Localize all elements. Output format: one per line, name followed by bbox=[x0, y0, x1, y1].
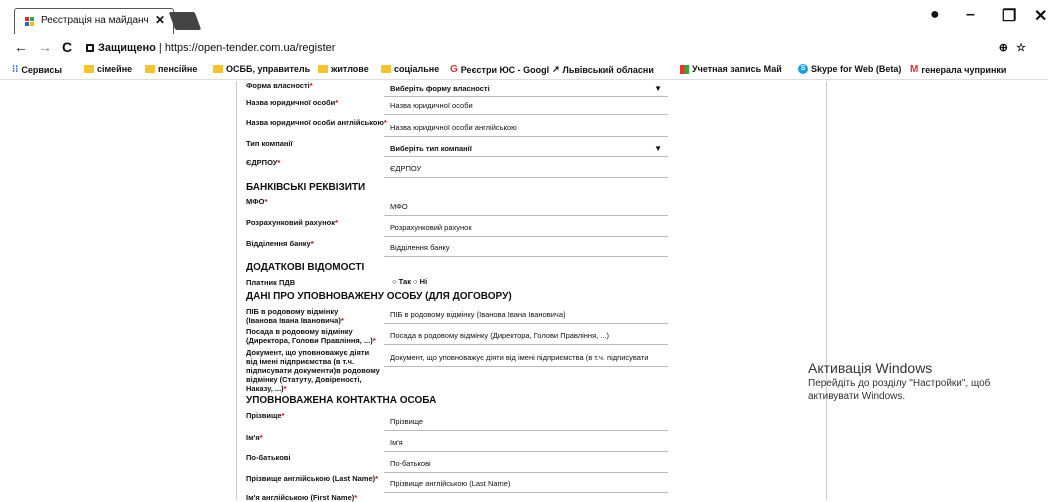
mfo-label: МФО* bbox=[246, 197, 268, 206]
windows-activation-watermark: Активація Windows Перейдіть до розділу "… bbox=[808, 359, 990, 403]
divider bbox=[236, 81, 237, 500]
tab-bar: Реєстрація на майданч ✕ ● – ❐ ✕ bbox=[0, 0, 1048, 38]
folder-icon bbox=[145, 65, 155, 73]
account-label: Розрахунковий рахунок* bbox=[246, 218, 338, 227]
activation-title: Активація Windows bbox=[808, 360, 933, 376]
bookmark-apps[interactable]: ⁝⁝ Сервисы bbox=[12, 64, 62, 75]
contact-section-title: УПОВНОВАЖЕНА КОНТАКТНА ОСОБА bbox=[246, 395, 437, 406]
bank-section-title: БАНКІВСЬКІ РЕКВІЗИТИ bbox=[246, 182, 366, 193]
surname-label: Прізвище* bbox=[246, 411, 285, 420]
divider bbox=[826, 81, 827, 500]
star-icon[interactable]: ☆ bbox=[1016, 38, 1026, 58]
apps-icon: ⁝⁝ bbox=[12, 64, 19, 75]
reload-icon[interactable]: C bbox=[62, 39, 72, 55]
agent-doc-label: Документ, що уповноважує діяти від імені… bbox=[246, 348, 380, 393]
name-label: Ім'я* bbox=[246, 433, 263, 442]
vat-yes-radio[interactable]: ○ bbox=[392, 277, 397, 286]
bookmark-link[interactable]: G Реєстри ЮС - Googl bbox=[450, 64, 549, 75]
name-en-label: Ім'я англійською (First Name)* bbox=[246, 493, 358, 502]
bookmark-link[interactable]: Учетная запись Май bbox=[680, 64, 782, 74]
company-type-label: Тип компанії bbox=[246, 139, 293, 148]
link-icon: ↗ bbox=[552, 64, 560, 74]
patronymic-label: По-батькові bbox=[246, 453, 291, 462]
agent-section-title: ДАНІ ПРО УПОВНОВАЖЕНУ ОСОБУ (ДЛЯ ДОГОВОР… bbox=[246, 291, 512, 302]
vat-no-label: Ні bbox=[419, 277, 428, 286]
edrpou-input[interactable]: ЄДРПОУ bbox=[384, 162, 668, 178]
legal-name-label: Назва юридичної особи* bbox=[246, 98, 339, 107]
legal-name-en-input[interactable]: Назва юридичної особи англійською bbox=[384, 121, 668, 137]
url-text: https://open-tender.com.ua/register bbox=[164, 42, 336, 54]
bookmark-link[interactable]: ↗ Львівський обласни bbox=[552, 64, 654, 75]
new-tab-button[interactable] bbox=[168, 12, 202, 30]
folder-icon bbox=[84, 65, 94, 73]
surname-input[interactable]: Прізвище bbox=[384, 415, 668, 431]
minimize-button[interactable]: – bbox=[966, 6, 975, 24]
tab-title: Реєстрація на майданч bbox=[41, 15, 149, 26]
account-input[interactable]: Розрахунковий рахунок bbox=[384, 221, 668, 237]
surname-en-label: Прізвище англійською (Last Name)* bbox=[246, 474, 379, 483]
legal-name-input[interactable]: Назва юридичної особи bbox=[384, 99, 668, 115]
site-favicon-icon bbox=[25, 17, 35, 27]
ownership-select[interactable]: Виберіть форму власності ▼ bbox=[384, 83, 668, 97]
restore-button[interactable]: ❐ bbox=[1002, 6, 1016, 26]
bookmark-link[interactable]: Mгенерала чупринки bbox=[910, 64, 1006, 75]
bookmark-folder[interactable]: ОСББ, управитель bbox=[213, 64, 310, 74]
edrpou-label: ЄДРПОУ* bbox=[246, 158, 281, 167]
dropdown-arrow-icon: ▼ bbox=[654, 84, 662, 93]
surname-en-input[interactable]: Прізвище англійською (Last Name) bbox=[384, 477, 668, 493]
skype-icon: S bbox=[798, 64, 808, 74]
zoom-icon[interactable]: ⊕ bbox=[999, 38, 1008, 58]
url-field[interactable]: Защищено | https://open-tender.com.ua/re… bbox=[86, 38, 1038, 58]
folder-icon bbox=[213, 65, 223, 73]
activation-line1: Перейдіть до розділу "Настройки", щоб bbox=[808, 378, 991, 389]
vat-label: Платник ПДВ bbox=[246, 278, 296, 287]
vat-radio-group: ○ Так ○ Ні bbox=[392, 277, 427, 286]
mfo-input[interactable]: МФО bbox=[384, 200, 668, 216]
back-icon[interactable]: ← bbox=[14, 39, 28, 55]
agent-position-label: Посада в родовому відмінку (Директора, Г… bbox=[246, 327, 376, 345]
activation-line2: активувати Windows. bbox=[808, 391, 906, 402]
browser-tab[interactable]: Реєстрація на майданч ✕ bbox=[14, 8, 174, 34]
bank-branch-label: Відділення банку* bbox=[246, 239, 314, 248]
vat-yes-label: Так bbox=[398, 277, 411, 286]
folder-icon bbox=[381, 65, 391, 73]
close-window-button[interactable]: ✕ bbox=[1034, 6, 1047, 26]
address-bar-row: ← → C Защищено | https://open-tender.com… bbox=[0, 38, 1048, 60]
ownership-label: Форма власності* bbox=[246, 81, 313, 90]
agent-doc-input[interactable]: Документ, що уповноважує діяти від імені… bbox=[384, 351, 668, 367]
tab-close-icon[interactable]: ✕ bbox=[155, 13, 165, 27]
ms-icon bbox=[680, 64, 689, 74]
profile-icon[interactable]: ● bbox=[930, 6, 940, 24]
legal-name-en-label: Назва юридичної особи англійською* bbox=[246, 118, 387, 127]
vat-no-radio[interactable]: ○ bbox=[413, 277, 418, 286]
secure-label: Защищено bbox=[98, 42, 156, 54]
extra-section-title: ДОДАТКОВІ ВІДОМОСТІ bbox=[246, 262, 365, 273]
folder-icon bbox=[318, 65, 328, 73]
agent-name-label: ПІБ в родовому відмінку (Іванова Івана І… bbox=[246, 307, 344, 325]
page-content: Форма власності* Виберіть форму власност… bbox=[0, 81, 1048, 502]
bookmarks-bar: ⁝⁝ Сервисы сімейне пенсійне ОСББ, управит… bbox=[0, 60, 1048, 80]
google-icon: G bbox=[450, 64, 458, 75]
company-type-select[interactable]: Виберіть тип компанії ▼ bbox=[384, 143, 668, 157]
bookmark-folder[interactable]: соціальне bbox=[381, 64, 439, 74]
lock-icon bbox=[86, 44, 94, 52]
agent-position-input[interactable]: Посада в родовому відмінку (Директора, Г… bbox=[384, 329, 668, 345]
gmail-icon: M bbox=[910, 64, 919, 75]
bookmark-folder[interactable]: житлове bbox=[318, 64, 369, 74]
bookmark-folder[interactable]: сімейне bbox=[84, 64, 132, 74]
patronymic-input[interactable]: По-батькові bbox=[384, 457, 668, 473]
dropdown-arrow-icon: ▼ bbox=[654, 144, 662, 153]
name-input[interactable]: Ім'я bbox=[384, 436, 668, 452]
forward-icon[interactable]: → bbox=[38, 39, 52, 55]
bank-branch-input[interactable]: Відділення банку bbox=[384, 241, 668, 257]
agent-name-input[interactable]: ПІБ в родовому відмінку (Іванова Івана І… bbox=[384, 308, 668, 324]
bookmark-folder[interactable]: пенсійне bbox=[145, 64, 197, 74]
bookmark-link[interactable]: S Skype for Web (Beta) bbox=[798, 64, 901, 74]
